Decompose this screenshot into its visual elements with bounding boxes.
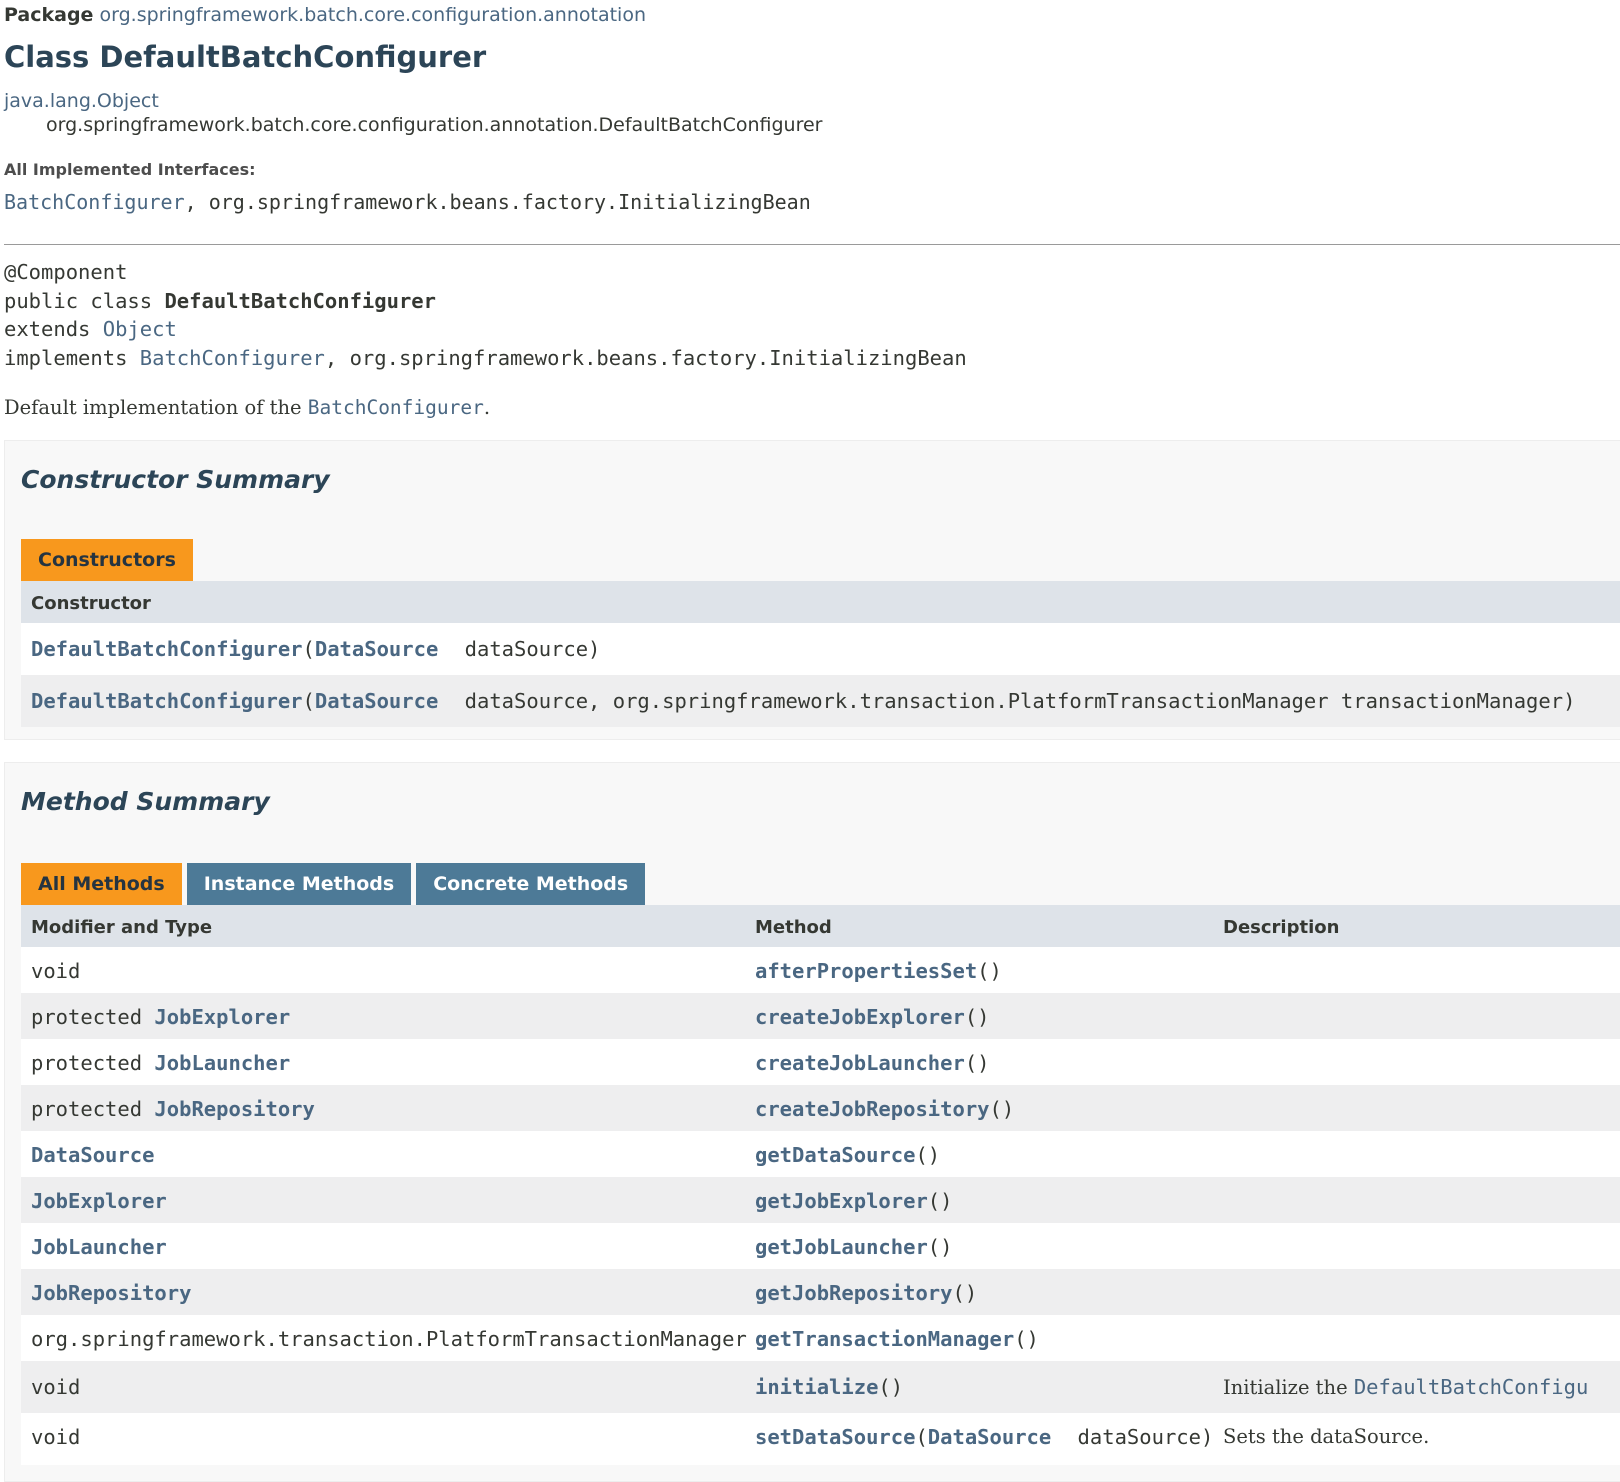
class-declaration: public class DefaultBatchConfigurer bbox=[4, 288, 436, 313]
column-method: Method bbox=[755, 917, 832, 938]
datasource-link[interactable]: DataSource bbox=[315, 637, 438, 661]
constructor-summary-heading: Constructor Summary bbox=[21, 465, 330, 494]
inheritance-root: java.lang.Object bbox=[4, 90, 159, 112]
type-link[interactable]: JobRepository bbox=[154, 1097, 314, 1121]
type-link[interactable]: JobExplorer bbox=[154, 1005, 290, 1029]
interfaces-list: BatchConfigurer, org.springframework.bea… bbox=[4, 190, 811, 214]
table-row: JobLauncher getJobLauncher() bbox=[21, 1223, 1620, 1269]
constructor-link[interactable]: DefaultBatchConfigurer bbox=[31, 637, 303, 661]
implements-batchconfigurer-link[interactable]: BatchConfigurer bbox=[140, 346, 325, 370]
table-row: JobRepository getJobRepository() bbox=[21, 1269, 1620, 1315]
page-title: Class DefaultBatchConfigurer bbox=[4, 40, 487, 74]
tab-constructors[interactable]: Constructors bbox=[21, 539, 193, 581]
table-row: DataSource getDataSource() bbox=[21, 1131, 1620, 1177]
column-modifier-type: Modifier and Type bbox=[31, 917, 213, 938]
table-row: void initialize() Initialize the Default… bbox=[21, 1361, 1620, 1413]
datasource-link[interactable]: DataSource bbox=[315, 689, 438, 713]
table-row: protected JobExplorer createJobExplorer(… bbox=[21, 993, 1620, 1039]
method-link[interactable]: getTransactionManager bbox=[755, 1327, 1014, 1351]
interfaces-rest: , org.springframework.beans.factory.Init… bbox=[184, 190, 811, 214]
column-constructor: Constructor bbox=[31, 593, 151, 614]
table-row: protected JobLauncher createJobLauncher(… bbox=[21, 1039, 1620, 1085]
class-description: Default implementation of the BatchConfi… bbox=[4, 396, 491, 419]
implements-line: implements BatchConfigurer, org.springfr… bbox=[4, 345, 967, 370]
method-tabs: All Methods Instance Methods Concrete Me… bbox=[21, 863, 646, 905]
table-row: JobExplorer getJobExplorer() bbox=[21, 1177, 1620, 1223]
tab-instance-methods[interactable]: Instance Methods bbox=[186, 863, 412, 905]
method-link[interactable]: createJobExplorer bbox=[755, 1005, 965, 1029]
annotation: @Component bbox=[4, 260, 128, 284]
constructor-tabs: Constructors bbox=[21, 539, 193, 581]
method-link[interactable]: getJobExplorer bbox=[755, 1189, 928, 1213]
table-row: void setDataSource(DataSource dataSource… bbox=[21, 1413, 1620, 1465]
constructor-table-header: Constructor bbox=[21, 581, 1620, 623]
tab-concrete-methods[interactable]: Concrete Methods bbox=[416, 863, 646, 905]
divider bbox=[4, 244, 1620, 245]
type-link[interactable]: JobExplorer bbox=[31, 1189, 167, 1213]
extends-object-link[interactable]: Object bbox=[103, 317, 177, 341]
constructor-summary: Constructor Summary Constructors Constru… bbox=[4, 440, 1620, 740]
method-link[interactable]: getJobLauncher bbox=[755, 1235, 928, 1259]
type-link[interactable]: DataSource bbox=[31, 1143, 154, 1167]
description-batchconfigurer-link[interactable]: BatchConfigurer bbox=[308, 396, 484, 419]
inheritance-self: org.springframework.batch.core.configura… bbox=[46, 114, 823, 136]
package-label: Package bbox=[4, 4, 94, 26]
class-name: DefaultBatchConfigurer bbox=[164, 288, 436, 313]
description-link[interactable]: DefaultBatchConfigu bbox=[1354, 1375, 1589, 1399]
class-signature: @Component public class DefaultBatchConfi… bbox=[4, 258, 967, 372]
tab-all-methods[interactable]: All Methods bbox=[21, 863, 182, 905]
batchconfigurer-link[interactable]: BatchConfigurer bbox=[4, 190, 185, 214]
type-link[interactable]: JobLauncher bbox=[154, 1051, 290, 1075]
method-link[interactable]: getJobRepository bbox=[755, 1281, 952, 1305]
object-link[interactable]: java.lang.Object bbox=[4, 90, 159, 112]
table-row: protected JobRepository createJobReposit… bbox=[21, 1085, 1620, 1131]
datasource-link[interactable]: DataSource bbox=[928, 1425, 1051, 1449]
package-link[interactable]: org.springframework.batch.core.configura… bbox=[100, 4, 647, 26]
type-link[interactable]: JobRepository bbox=[31, 1281, 191, 1305]
type-link[interactable]: JobLauncher bbox=[31, 1235, 167, 1259]
method-link[interactable]: afterPropertiesSet bbox=[755, 959, 977, 983]
table-row: void afterPropertiesSet() bbox=[21, 947, 1620, 993]
extends-line: extends Object bbox=[4, 317, 177, 341]
table-row: DefaultBatchConfigurer(DataSource dataSo… bbox=[21, 623, 1620, 675]
interfaces-heading: All Implemented Interfaces: bbox=[4, 160, 256, 179]
table-row: DefaultBatchConfigurer(DataSource dataSo… bbox=[21, 675, 1620, 727]
method-link[interactable]: getDataSource bbox=[755, 1143, 915, 1167]
method-description: Sets the dataSource. bbox=[1223, 1425, 1430, 1448]
method-link[interactable]: setDataSource bbox=[755, 1425, 915, 1449]
column-description: Description bbox=[1223, 917, 1340, 938]
package-line: Package org.springframework.batch.core.c… bbox=[4, 4, 646, 26]
method-link[interactable]: initialize bbox=[755, 1375, 878, 1399]
method-summary: Method Summary All Methods Instance Meth… bbox=[4, 762, 1620, 1482]
method-link[interactable]: createJobLauncher bbox=[755, 1051, 965, 1075]
method-summary-heading: Method Summary bbox=[21, 787, 270, 816]
method-table-header: Modifier and Type Method Description bbox=[21, 905, 1620, 947]
constructor-link[interactable]: DefaultBatchConfigurer bbox=[31, 689, 303, 713]
table-row: org.springframework.transaction.Platform… bbox=[21, 1315, 1620, 1361]
method-link[interactable]: createJobRepository bbox=[755, 1097, 990, 1121]
